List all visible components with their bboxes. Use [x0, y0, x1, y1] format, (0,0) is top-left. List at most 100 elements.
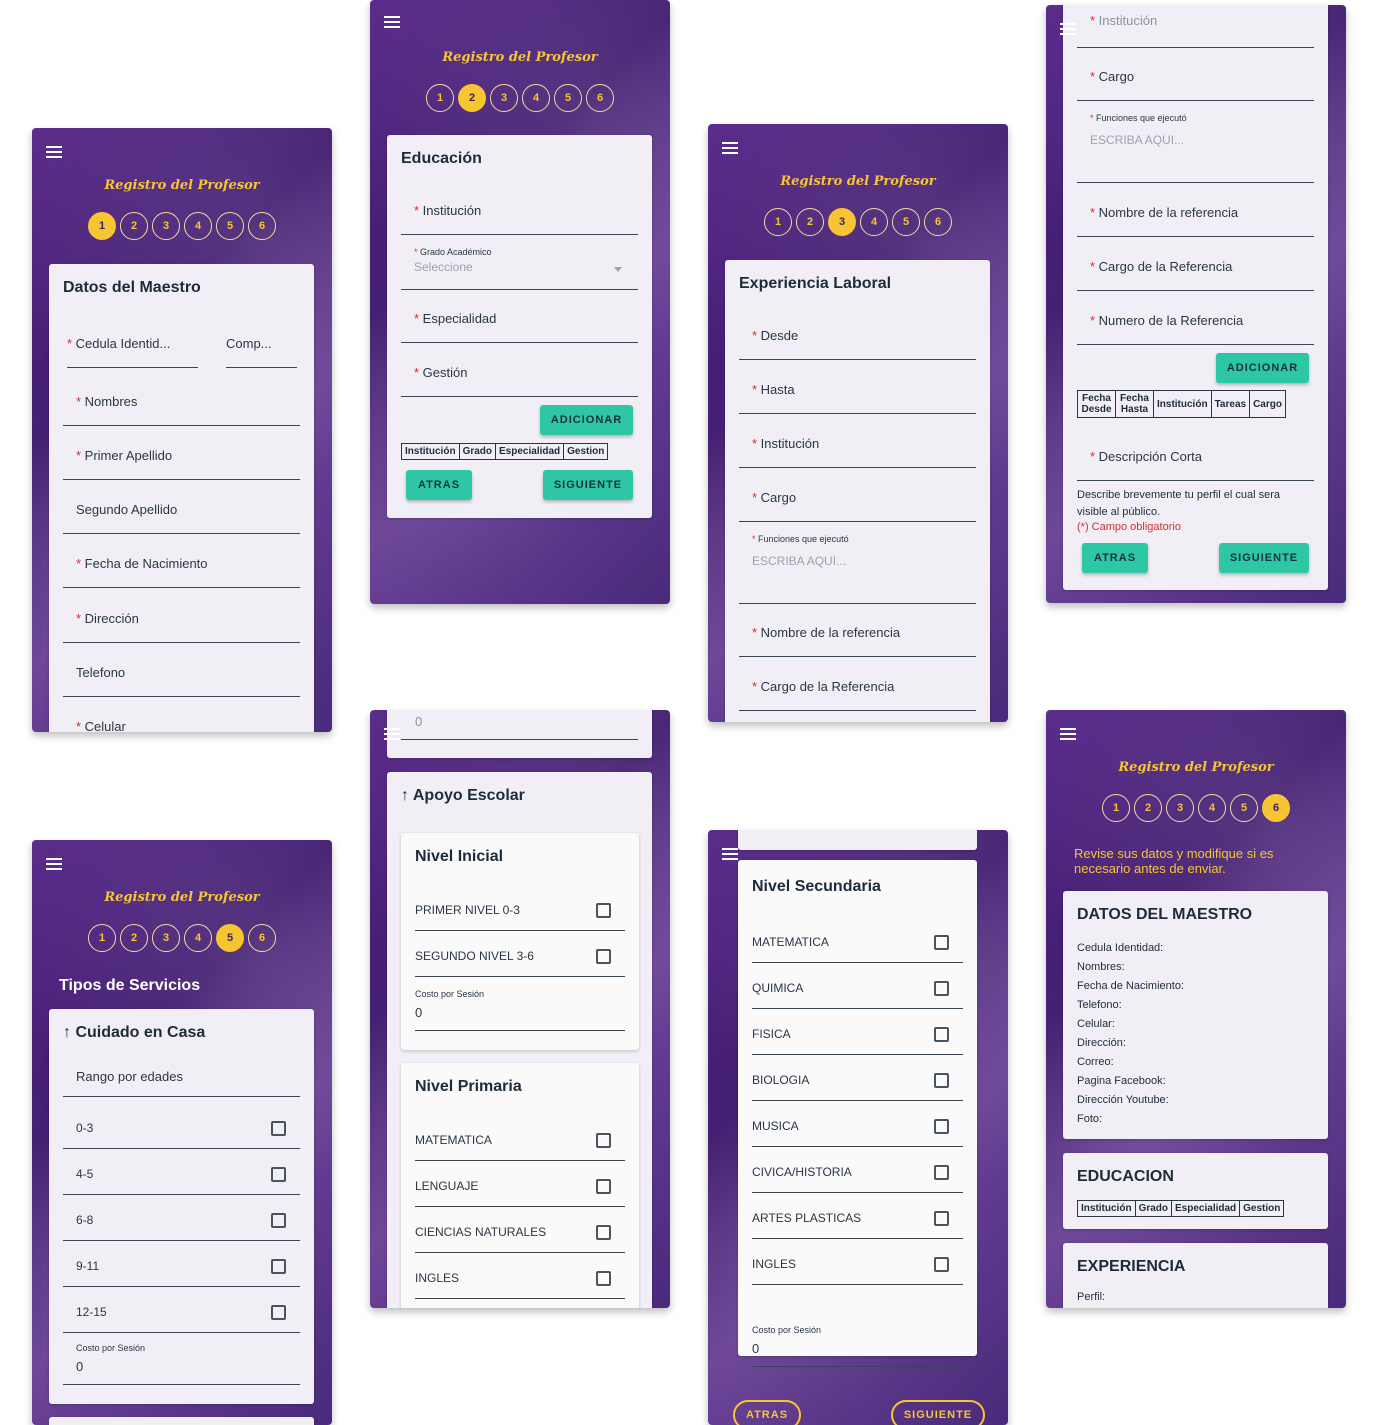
- hamburger-menu-icon[interactable]: [46, 146, 62, 158]
- step-5[interactable]: 5: [554, 84, 582, 112]
- step-4[interactable]: 4: [522, 84, 550, 112]
- checkbox-icon[interactable]: [934, 1257, 949, 1272]
- primer-apellido-field[interactable]: * Primer Apellido: [63, 448, 300, 480]
- step-6[interactable]: 6: [586, 84, 614, 112]
- funciones-textarea[interactable]: * Funciones que ejecutó ESCRIBA AQUI...: [739, 534, 976, 604]
- checkbox-icon[interactable]: [596, 1179, 611, 1194]
- numero-referencia-field[interactable]: * Numero de la Referencia: [1077, 313, 1314, 345]
- step-6[interactable]: 6: [1262, 794, 1290, 822]
- hamburger-menu-icon[interactable]: [384, 728, 400, 740]
- cargo-referencia-field[interactable]: * Cargo de la Referencia: [1077, 259, 1314, 291]
- hamburger-menu-icon[interactable]: [1060, 728, 1076, 740]
- checkbox-icon[interactable]: [934, 1119, 949, 1134]
- checkbox-icon[interactable]: [596, 1133, 611, 1148]
- option-segundo-nivel[interactable]: SEGUNDO NIVEL 3-6: [415, 931, 625, 977]
- option-ciencias-naturales[interactable]: CIENCIAS NATURALES: [415, 1207, 625, 1253]
- step-1[interactable]: 1: [764, 208, 792, 236]
- section-heading[interactable]: ↑ Cuidado en Casa: [63, 1024, 205, 1042]
- step-3[interactable]: 3: [152, 212, 180, 240]
- option-matematica[interactable]: MATEMATICA: [752, 917, 963, 963]
- option-ingles[interactable]: INGLES: [752, 1239, 963, 1285]
- step-5[interactable]: 5: [892, 208, 920, 236]
- step-3[interactable]: 3: [828, 208, 856, 236]
- step-2[interactable]: 2: [1134, 794, 1162, 822]
- option-civica-historia[interactable]: CIVICA/HISTORIA: [752, 1147, 963, 1193]
- cargo-referencia-field[interactable]: * Cargo de la Referencia: [739, 679, 976, 711]
- atras-button[interactable]: ATRAS: [1082, 543, 1148, 573]
- age-option-12-15[interactable]: 12-15: [63, 1287, 300, 1333]
- age-option-9-11[interactable]: 9-11: [63, 1241, 300, 1287]
- step-3[interactable]: 3: [1166, 794, 1194, 822]
- grado-select[interactable]: * Grado Académico Seleccione: [401, 247, 638, 290]
- step-6[interactable]: 6: [924, 208, 952, 236]
- checkbox-icon[interactable]: [934, 1027, 949, 1042]
- option-fisica[interactable]: FISICA: [752, 1009, 963, 1055]
- institucion-field[interactable]: * Institución: [1077, 13, 1314, 48]
- costo-sesion-field[interactable]: Costo por Sesión 0: [63, 1343, 300, 1385]
- costo-sesion-field[interactable]: Costo por Sesión 0: [415, 989, 625, 1031]
- checkbox-icon[interactable]: [934, 981, 949, 996]
- especialidad-field[interactable]: * Especialidad: [401, 311, 638, 343]
- checkbox-icon[interactable]: [934, 1165, 949, 1180]
- step-3[interactable]: 3: [152, 924, 180, 952]
- step-6[interactable]: 6: [248, 924, 276, 952]
- step-5[interactable]: 5: [216, 212, 244, 240]
- checkbox-icon[interactable]: [934, 1073, 949, 1088]
- adicionar-button[interactable]: ADICIONAR: [1216, 353, 1309, 383]
- step-1[interactable]: 1: [88, 924, 116, 952]
- atras-button[interactable]: ATRAS: [406, 470, 472, 500]
- option-musica[interactable]: MUSICA: [752, 1101, 963, 1147]
- step-5[interactable]: 5: [1230, 794, 1258, 822]
- nombre-referencia-field[interactable]: * Nombre de la referencia: [739, 625, 976, 657]
- step-2[interactable]: 2: [120, 212, 148, 240]
- option-primer-nivel[interactable]: PRIMER NIVEL 0-3: [415, 885, 625, 931]
- step-3[interactable]: 3: [490, 84, 518, 112]
- nombre-referencia-field[interactable]: * Nombre de la referencia: [1077, 205, 1314, 237]
- option-artes-plasticas[interactable]: ARTES PLASTICAS: [752, 1193, 963, 1239]
- step-4[interactable]: 4: [1198, 794, 1226, 822]
- hamburger-menu-icon[interactable]: [1060, 23, 1076, 35]
- checkbox-icon[interactable]: [271, 1213, 286, 1228]
- step-1[interactable]: 1: [88, 212, 116, 240]
- checkbox-icon[interactable]: [596, 1225, 611, 1240]
- hamburger-menu-icon[interactable]: [722, 848, 738, 860]
- option-biologia[interactable]: BIOLOGIA: [752, 1055, 963, 1101]
- nombres-field[interactable]: * Nombres: [63, 394, 300, 426]
- checkbox-icon[interactable]: [596, 903, 611, 918]
- atras-button[interactable]: ATRAS: [733, 1400, 801, 1425]
- step-4[interactable]: 4: [184, 924, 212, 952]
- checkbox-icon[interactable]: [271, 1121, 286, 1136]
- step-2[interactable]: 2: [458, 84, 486, 112]
- step-1[interactable]: 1: [426, 84, 454, 112]
- hasta-field[interactable]: * Hasta: [739, 382, 976, 414]
- checkbox-icon[interactable]: [271, 1167, 286, 1182]
- step-4[interactable]: 4: [860, 208, 888, 236]
- fecha-nacimiento-field[interactable]: * Fecha de Nacimiento: [63, 556, 300, 588]
- celular-field[interactable]: * Celular: [63, 719, 300, 732]
- step-2[interactable]: 2: [120, 924, 148, 952]
- step-5[interactable]: 5: [216, 924, 244, 952]
- age-option-0-3[interactable]: 0-3: [63, 1103, 300, 1149]
- siguiente-button[interactable]: SIGUIENTE: [543, 470, 633, 500]
- option-lenguaje[interactable]: LENGUAJE: [415, 1161, 625, 1207]
- segundo-apellido-field[interactable]: Segundo Apellido: [63, 502, 300, 534]
- step-2[interactable]: 2: [796, 208, 824, 236]
- costo-field[interactable]: 0: [401, 714, 638, 740]
- step-4[interactable]: 4: [184, 212, 212, 240]
- direccion-field[interactable]: * Dirección: [63, 611, 300, 643]
- step-1[interactable]: 1: [1102, 794, 1130, 822]
- institucion-field[interactable]: * Institución: [401, 203, 638, 235]
- siguiente-button[interactable]: SIGUIENTE: [1219, 543, 1309, 573]
- option-matematica[interactable]: MATEMATICA: [415, 1115, 625, 1161]
- checkbox-icon[interactable]: [596, 949, 611, 964]
- option-ingles[interactable]: INGLES: [415, 1253, 625, 1299]
- age-option-6-8[interactable]: 6-8: [63, 1195, 300, 1241]
- step-6[interactable]: 6: [248, 212, 276, 240]
- cedula-field[interactable]: * Cedula Identid...: [67, 336, 198, 368]
- section-heading[interactable]: ↑ Apoyo Escolar: [401, 787, 525, 805]
- option-quimica[interactable]: QUIMICA: [752, 963, 963, 1009]
- hamburger-menu-icon[interactable]: [384, 16, 400, 28]
- siguiente-button[interactable]: SIGUIENTE: [891, 1400, 985, 1425]
- desde-field[interactable]: * Desde: [739, 328, 976, 360]
- complemento-field[interactable]: Comp...: [226, 336, 297, 368]
